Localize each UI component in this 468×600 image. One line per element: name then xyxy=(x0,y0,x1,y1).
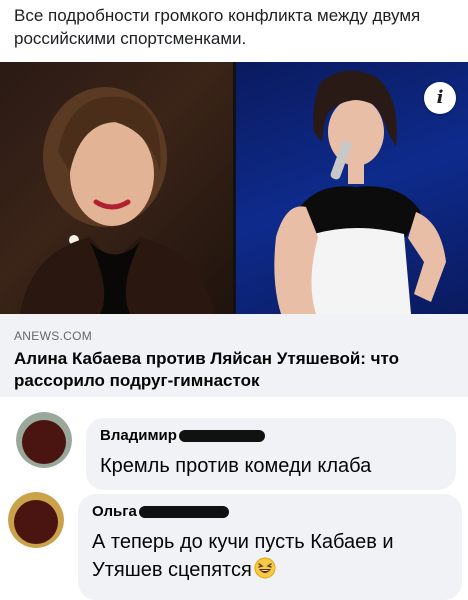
post-text: Все подробности громкого конфликта между… xyxy=(14,6,421,48)
woman-portrait-left xyxy=(20,87,215,314)
link-meta[interactable]: ANEWS.COM Алина Кабаева против Ляйсан Ут… xyxy=(14,328,454,392)
avatar-image xyxy=(16,412,72,468)
avatar[interactable] xyxy=(8,492,64,548)
comment-text: А теперь до кучи пусть Кабаев и Утяшев с… xyxy=(92,528,448,587)
comment-text: Кремль против комеди клаба xyxy=(100,455,372,477)
link-title[interactable]: Алина Кабаева против Ляйсан Утяшевой: чт… xyxy=(14,348,454,392)
comment-text-body: А теперь до кучи пусть Кабаев и Утяшев с… xyxy=(92,531,394,581)
comment-author[interactable]: Ольга xyxy=(92,502,448,522)
link-preview-card[interactable]: i ANEWS.COM Алина Кабаева против Ляйсан … xyxy=(0,62,468,397)
grinning-squinting-face-emoji xyxy=(254,557,276,587)
avatar-image xyxy=(8,492,64,548)
info-icon[interactable]: i xyxy=(424,82,456,114)
avatar[interactable] xyxy=(16,412,72,468)
comment-author[interactable]: Владимир xyxy=(100,426,442,446)
photo-left xyxy=(0,62,233,314)
comment-bubble[interactable]: Владимир Кремль против комеди клаба xyxy=(86,418,456,490)
redaction-mark xyxy=(178,430,265,442)
link-domain: ANEWS.COM xyxy=(14,329,93,343)
comment-author-name[interactable]: Ольга xyxy=(92,502,137,522)
comment-author-name[interactable]: Владимир xyxy=(100,426,177,446)
comment-bubble[interactable]: Ольга А теперь до кучи пусть Кабаев и Ут… xyxy=(78,494,462,600)
link-preview-image[interactable]: i xyxy=(0,62,468,314)
redaction-mark xyxy=(138,506,229,518)
